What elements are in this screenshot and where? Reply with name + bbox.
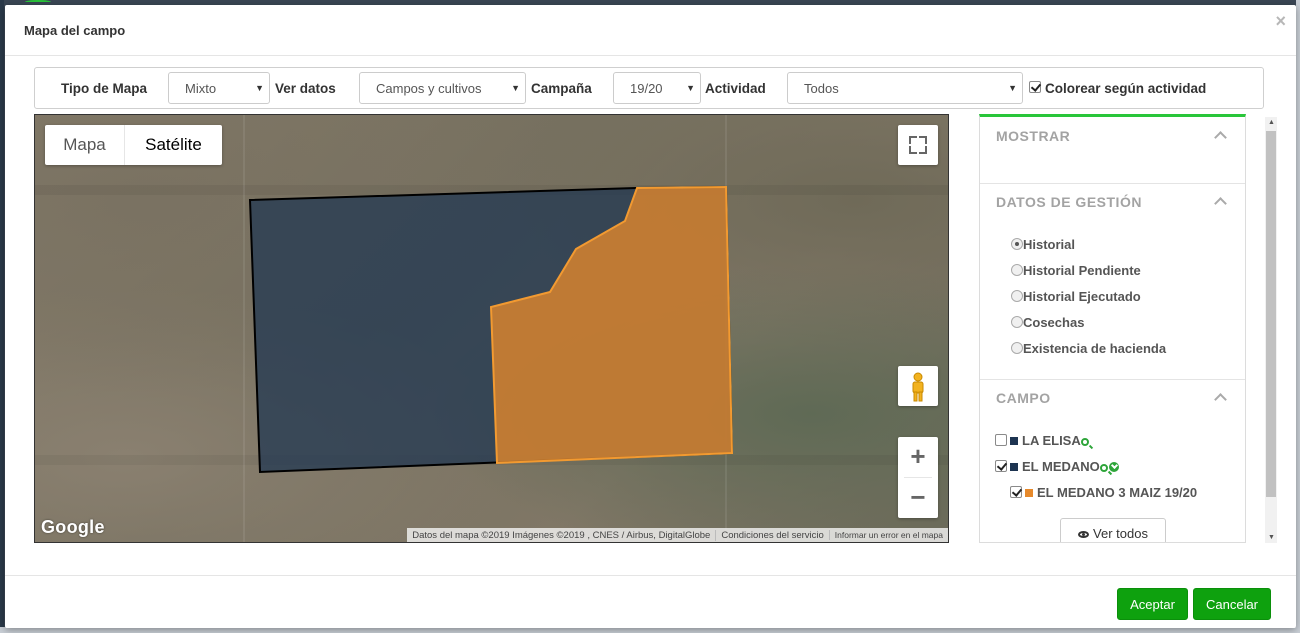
attribution-text: Datos del mapa ©2019 Imágenes ©2019 , CN…	[412, 530, 711, 541]
report-error-link[interactable]: Informar un error en el mapa	[828, 530, 948, 540]
campana-select[interactable]: 19/20 ▼	[613, 72, 701, 104]
campo-item-la-elisa: LA ELISA	[995, 433, 1089, 448]
campo-checkbox[interactable]	[1010, 486, 1022, 498]
radio-historial[interactable]: Historial	[1011, 237, 1075, 252]
radio-button[interactable]	[1011, 290, 1023, 302]
zoom-control: + −	[898, 437, 938, 518]
scroll-thumb[interactable]	[1266, 131, 1276, 497]
panel-scrollbar[interactable]: ▲ ▼	[1265, 117, 1277, 543]
satellite-map[interactable]: Mapa Satélite + − Google Datos del mapa …	[34, 114, 949, 543]
background-sidebar	[0, 0, 4, 633]
radio-historial-ejecutado[interactable]: Historial Ejecutado	[1011, 289, 1141, 304]
ver-todos-button[interactable]: Ver todos	[1060, 518, 1166, 542]
background-logo	[25, 0, 51, 4]
field-polygons	[248, 185, 734, 474]
chevron-up-icon[interactable]	[1214, 197, 1227, 210]
map-attribution: Datos del mapa ©2019 Imágenes ©2019 , CN…	[407, 528, 948, 542]
map-type-mapa[interactable]: Mapa	[45, 125, 125, 165]
chevron-down-icon: ▼	[686, 83, 695, 93]
campo-item-el-medano-3-maiz: EL MEDANO 3 MAIZ 19/20	[1010, 485, 1197, 500]
cancelar-button[interactable]: Cancelar	[1193, 588, 1271, 620]
tipo-mapa-value: Mixto	[185, 81, 217, 96]
map-type-control: Mapa Satélite	[45, 125, 222, 165]
aceptar-button[interactable]: Aceptar	[1117, 588, 1188, 620]
color-swatch	[1025, 489, 1033, 497]
zoom-out-button[interactable]: −	[898, 478, 938, 518]
color-swatch	[1010, 463, 1018, 471]
ver-datos-value: Campos y cultivos	[376, 81, 482, 96]
fullscreen-icon	[909, 136, 917, 144]
chevron-down-icon: ▼	[511, 83, 520, 93]
chevron-down-icon: ▼	[255, 83, 264, 93]
section-mostrar[interactable]: MOSTRAR	[996, 128, 1070, 144]
radio-button[interactable]	[1011, 264, 1023, 276]
modal-header: Mapa del campo ×	[5, 5, 1296, 56]
map-type-satelite[interactable]: Satélite	[125, 125, 222, 165]
background-edge-right	[1296, 0, 1300, 633]
pegman-icon	[912, 372, 924, 402]
colorear-label: Colorear según actividad	[1045, 81, 1207, 96]
zoom-to-icon[interactable]	[1099, 464, 1108, 472]
color-swatch	[1010, 437, 1018, 445]
terms-link[interactable]: Condiciones del servicio	[715, 530, 829, 541]
ver-datos-select[interactable]: Campos y cultivos ▼	[359, 72, 526, 104]
section-campo[interactable]: CAMPO	[996, 390, 1051, 406]
fullscreen-button[interactable]	[898, 125, 938, 165]
filter-bar: Tipo de Mapa Mixto ▼ Ver datos Campos y …	[34, 67, 1264, 109]
eye-icon	[1078, 531, 1090, 538]
radio-button[interactable]	[1011, 238, 1023, 250]
actividad-label: Actividad	[705, 81, 766, 96]
campana-value: 19/20	[630, 81, 663, 96]
google-logo: Google	[41, 517, 105, 537]
radio-button[interactable]	[1011, 342, 1023, 354]
scroll-down-icon[interactable]: ▼	[1268, 534, 1275, 541]
chevron-up-icon[interactable]	[1214, 131, 1227, 144]
colorear-checkbox[interactable]	[1029, 81, 1041, 93]
radio-historial-pendiente[interactable]: Historial Pendiente	[1011, 263, 1141, 278]
modal-title: Mapa del campo	[24, 23, 126, 38]
actividad-select[interactable]: Todos ▼	[787, 72, 1023, 104]
close-icon[interactable]: ×	[1275, 11, 1286, 32]
tipo-mapa-select[interactable]: Mixto ▼	[168, 72, 270, 104]
campo-checkbox[interactable]	[995, 434, 1007, 446]
zoom-in-button[interactable]: +	[898, 437, 938, 477]
chevron-up-icon[interactable]	[1214, 393, 1227, 406]
tipo-mapa-label: Tipo de Mapa	[61, 81, 148, 96]
map-modal: Mapa del campo × Tipo de Mapa Mixto ▼ Ve…	[5, 5, 1296, 628]
street-view-button[interactable]	[898, 366, 938, 406]
side-panel: MOSTRAR DATOS DE GESTIÓN Historial Histo…	[979, 114, 1246, 543]
modal-footer-divider	[5, 575, 1296, 576]
expand-down-icon[interactable]	[1108, 462, 1119, 472]
campo-checkbox[interactable]	[995, 460, 1007, 472]
radio-existencia-hacienda[interactable]: Existencia de hacienda	[1011, 341, 1166, 356]
chevron-down-icon: ▼	[1008, 83, 1017, 93]
section-datos-gestion[interactable]: DATOS DE GESTIÓN	[996, 194, 1142, 210]
radio-button[interactable]	[1011, 316, 1023, 328]
radio-cosechas[interactable]: Cosechas	[1011, 315, 1084, 330]
campana-label: Campaña	[531, 81, 592, 96]
ver-datos-label: Ver datos	[275, 81, 336, 96]
campo-item-el-medano: EL MEDANO	[995, 459, 1119, 474]
zoom-to-icon[interactable]	[1080, 438, 1089, 446]
actividad-value: Todos	[804, 81, 839, 96]
scroll-up-icon[interactable]: ▲	[1268, 119, 1275, 126]
